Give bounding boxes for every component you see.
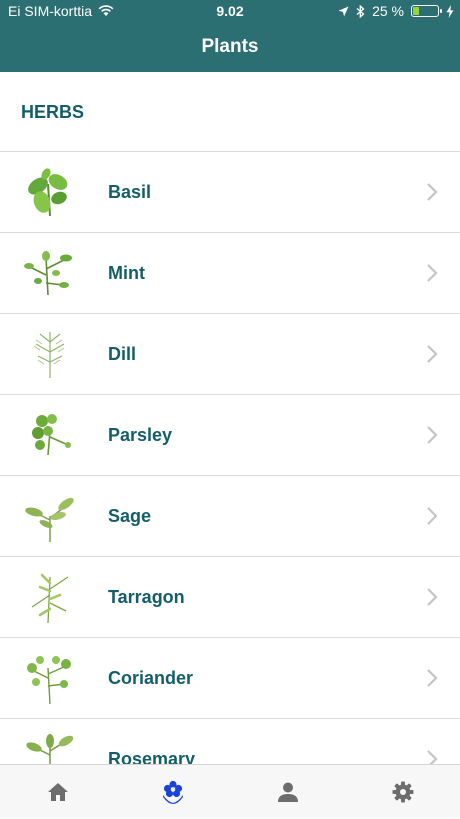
parsley-icon	[32, 414, 71, 456]
location-arrow-icon	[338, 6, 349, 16]
section-header-herbs: HERBS	[0, 72, 460, 152]
list-item-tarragon[interactable]: Tarragon	[0, 557, 460, 638]
list-item-dill[interactable]: Dill	[0, 314, 460, 395]
item-label: Basil	[108, 182, 152, 202]
list-item-mint[interactable]: Mint	[0, 233, 460, 314]
coriander-icon	[27, 656, 71, 705]
tab-home[interactable]	[0, 765, 115, 819]
item-label: Coriander	[108, 668, 194, 688]
plant-icon	[162, 780, 183, 804]
list-item-rosemary[interactable]: Rosemary	[0, 719, 460, 764]
chevron-right-icon	[427, 183, 438, 201]
item-label: Parsley	[108, 425, 173, 445]
chevron-right-icon	[427, 669, 438, 687]
sage-icon	[25, 497, 74, 542]
item-label: Sage	[108, 506, 152, 526]
mint-icon	[24, 251, 72, 296]
list-item-parsley[interactable]: Parsley	[0, 395, 460, 476]
tab-plants[interactable]	[115, 765, 230, 819]
chevron-right-icon	[427, 426, 438, 444]
bluetooth-icon	[356, 4, 365, 18]
battery-percent: 25 %	[372, 3, 404, 19]
home-icon	[47, 783, 68, 801]
tab-bar	[0, 764, 460, 818]
status-bar: Ei SIM-korttia 9.02 25 %	[0, 0, 460, 24]
item-label: Tarragon	[108, 587, 185, 607]
tab-settings[interactable]	[345, 765, 460, 819]
item-label: Dill	[108, 344, 137, 364]
tab-profile[interactable]	[230, 765, 345, 819]
chevron-right-icon	[427, 507, 438, 525]
user-icon	[277, 782, 298, 802]
basil-icon	[28, 168, 68, 217]
nav-bar: Plants	[0, 24, 460, 72]
rosemary-icon	[26, 734, 74, 764]
item-label: Rosemary	[108, 749, 196, 764]
list-item-basil[interactable]: Basil	[0, 152, 460, 233]
chevron-right-icon	[427, 345, 438, 363]
charging-bolt-icon	[446, 4, 454, 18]
chevron-right-icon	[427, 588, 438, 606]
section-title: HERBS	[21, 102, 85, 122]
tarragon-icon	[31, 573, 69, 624]
list-item-sage[interactable]: Sage	[0, 476, 460, 557]
chevron-right-icon	[427, 750, 438, 764]
dill-icon	[33, 332, 65, 378]
item-label: Mint	[108, 263, 145, 283]
battery-icon	[411, 5, 442, 17]
chevron-right-icon	[427, 264, 438, 282]
gear-icon	[392, 781, 413, 803]
plant-list[interactable]: HERBS Basil Mint Dill Parsley Sage Tarra…	[0, 72, 460, 764]
page-title: Plants	[201, 36, 259, 57]
list-item-coriander[interactable]: Coriander	[0, 638, 460, 719]
